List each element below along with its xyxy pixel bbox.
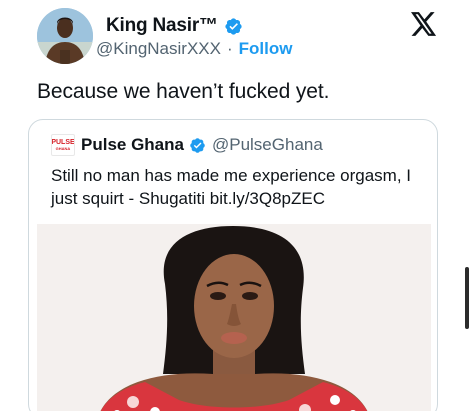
author-name-row: King Nasir™	[106, 13, 243, 39]
author-display-name[interactable]: King Nasir™	[106, 15, 218, 37]
pulse-ghana-logo[interactable]: PULSE GHANA	[51, 134, 75, 156]
quoted-author-handle[interactable]: @PulseGhana	[212, 135, 323, 155]
verified-badge-icon	[224, 17, 243, 36]
tweet-card: King Nasir™ @KingNasirXXX · Follow Becau…	[0, 0, 474, 411]
quoted-author-display-name[interactable]: Pulse Ghana	[81, 135, 184, 155]
quoted-tweet-header: PULSE GHANA Pulse Ghana @PulseGhana	[51, 134, 323, 156]
scrollbar-thumb[interactable]	[465, 267, 469, 329]
avatar[interactable]	[37, 8, 93, 64]
logo-text-top: PULSE	[51, 139, 75, 146]
separator-dot: ·	[226, 39, 233, 58]
quoted-tweet-photo[interactable]	[37, 224, 431, 411]
verified-badge-icon	[189, 137, 206, 154]
follow-button[interactable]: Follow	[239, 39, 293, 59]
quoted-tweet[interactable]: PULSE GHANA Pulse Ghana @PulseGhana Stil…	[28, 119, 438, 411]
x-logo-icon[interactable]	[411, 12, 437, 36]
quoted-tweet-text: Still no man has made me experience orga…	[51, 166, 412, 208]
logo-text-bottom: GHANA	[55, 146, 71, 151]
author-handle[interactable]: @KingNasirXXX	[96, 39, 221, 59]
tweet-text: Because we haven’t fucked yet.	[37, 80, 330, 103]
author-handle-row: @KingNasirXXX · Follow	[96, 38, 292, 60]
